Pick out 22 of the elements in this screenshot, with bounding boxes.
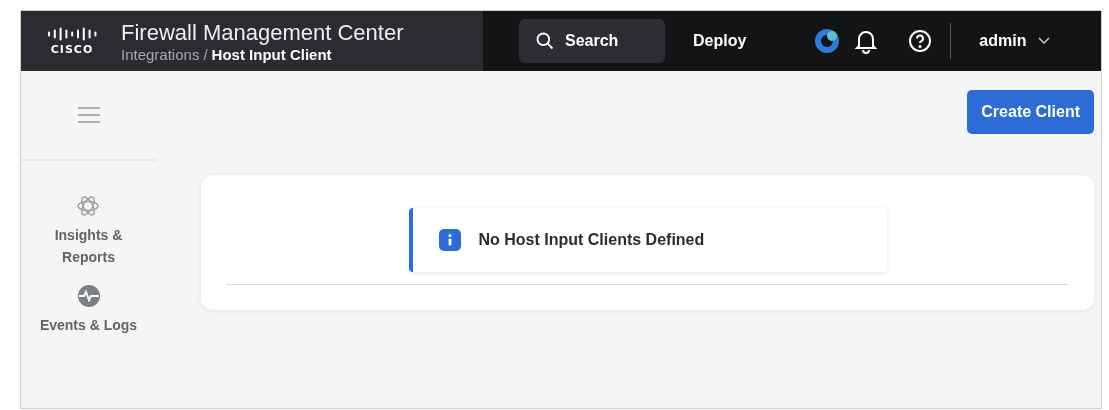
sidebar-item[interactable]: Events & Logs [33, 283, 144, 337]
search-button[interactable]: Search [519, 19, 665, 63]
ring-logo-icon[interactable] [814, 28, 841, 54]
search-icon [535, 31, 555, 51]
sidebar-item[interactable]: Insights & Reports [48, 193, 129, 269]
notifications-bell-icon[interactable] [854, 28, 879, 54]
atom-icon [76, 194, 101, 218]
alert-message: No Host Input Clients Defined [478, 231, 705, 249]
help-icon[interactable] [908, 29, 933, 53]
breadcrumb-link[interactable]: Integrations [121, 45, 200, 63]
logo-text: CISCO [50, 42, 94, 56]
chevron-down-icon [1038, 37, 1051, 45]
user-menu[interactable]: admin [973, 31, 1057, 51]
info-icon [438, 229, 461, 251]
menu-icon [77, 107, 100, 123]
logo-bars-icon [47, 26, 97, 41]
deploy-button[interactable]: Deploy [687, 31, 753, 51]
app-title: Firewall Management Center [121, 19, 404, 46]
pulse-icon [76, 284, 101, 308]
breadcrumb-current: Host Input Client [211, 45, 332, 63]
breadcrumb-separator: / [203, 45, 208, 63]
create-client-button[interactable]: Create Client [967, 90, 1094, 134]
